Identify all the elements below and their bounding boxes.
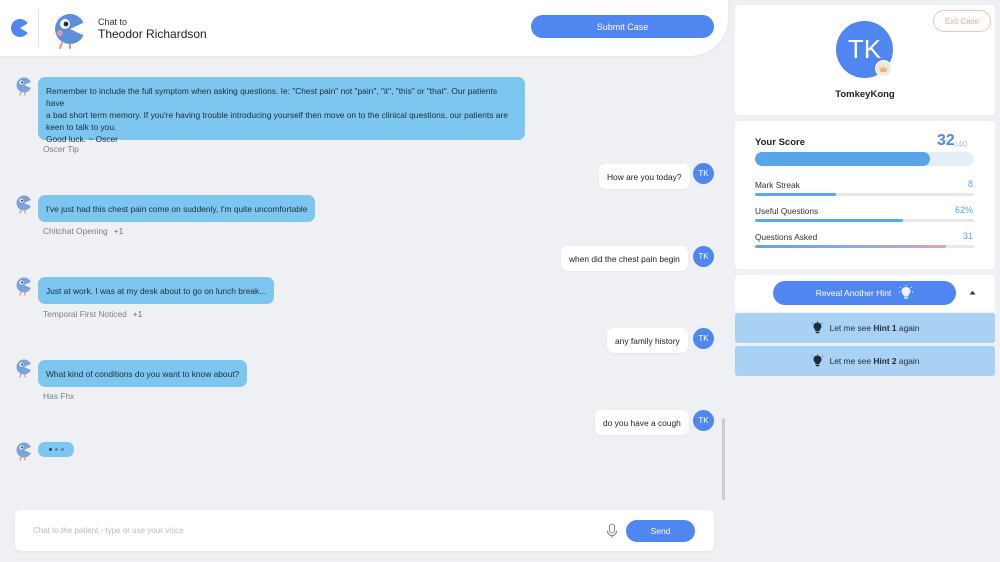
- stat-bar-mark-streak: [755, 193, 974, 196]
- chat-scrollbar[interactable]: [722, 418, 725, 500]
- message-line: Remember to include the full symptom whe…: [46, 86, 498, 108]
- hint-text: Let me see Hint 2 again: [829, 356, 920, 366]
- bot-avatar-icon: [16, 77, 33, 96]
- stat-label-mark-streak: Mark Streak: [755, 180, 800, 190]
- stat-bar-useful-questions: [755, 219, 974, 222]
- score-value: 32: [937, 132, 955, 149]
- username: TomkeyKong: [835, 89, 895, 100]
- stat-value-questions-asked: 31: [962, 231, 973, 241]
- bot-message-bubble: Just at work. I was at my desk about to …: [38, 277, 275, 304]
- stat-value-mark-streak: 8: [967, 179, 973, 189]
- patient-name: Theodor Richardson: [98, 27, 207, 41]
- reveal-hint-button[interactable]: Reveal Another Hint: [773, 281, 956, 305]
- message-caption: Oscer Tip: [43, 144, 79, 154]
- chat-input[interactable]: [33, 522, 593, 539]
- caption-label: Temporal First Noticed: [43, 309, 127, 319]
- lightbulb-icon: [811, 321, 823, 334]
- typing-dot: [60, 448, 64, 451]
- header-divider: [38, 9, 39, 47]
- user-message-bubble: do you have a cough: [595, 410, 689, 435]
- message-caption: Temporal First Noticed +1: [43, 309, 142, 319]
- stat-fill: [755, 219, 904, 222]
- user-avatar: TK: [693, 246, 714, 267]
- message-caption: Chitchat Opening +1: [43, 226, 123, 236]
- stat-bar-questions-asked: [755, 245, 974, 248]
- caption-label: Oscer Tip: [43, 144, 79, 154]
- bot-avatar-icon: [16, 195, 33, 214]
- caption-points: +1: [113, 226, 124, 236]
- stat-fill: [755, 245, 946, 248]
- stat-fill: [755, 193, 837, 196]
- message-caption: Has Fhx: [43, 391, 74, 401]
- caption-label: Has Fhx: [43, 391, 75, 401]
- typing-indicator: [38, 442, 74, 457]
- caption-points: +1: [132, 309, 143, 319]
- chat-to-label: Chat to: [98, 17, 128, 27]
- crown-badge: [875, 60, 892, 77]
- user-avatar: TK: [693, 328, 714, 349]
- bot-avatar-icon: [16, 442, 33, 461]
- user-avatar: TK: [693, 163, 714, 184]
- score-progress-bar: [755, 152, 974, 166]
- send-button[interactable]: Send: [626, 520, 695, 542]
- score-progress-fill: [755, 152, 931, 166]
- user-avatar: TK: [693, 410, 714, 431]
- user-message-bubble: any family history: [607, 328, 688, 353]
- collapse-caret-icon[interactable]: [969, 290, 976, 295]
- bot-message-bubble: Remember to include the full symptom whe…: [38, 77, 525, 144]
- microphone-icon[interactable]: [606, 523, 618, 539]
- crown-icon: [879, 65, 888, 72]
- stat-label-useful-questions: Useful Questions: [755, 206, 819, 216]
- reveal-hint-label: Reveal Another Hint: [815, 288, 892, 298]
- patient-avatar-icon: [55, 14, 87, 49]
- score-max: /40: [955, 139, 968, 149]
- bot-avatar-icon: [16, 277, 33, 296]
- bot-message-bubble: What kind of conditions do you want to k…: [38, 360, 248, 387]
- message-line: a bad short term memory. If you're havin…: [46, 110, 508, 120]
- stat-value-useful-questions: 62%: [954, 205, 973, 215]
- score-title: Your Score: [755, 137, 805, 148]
- message-line: keen to talk to you.: [46, 122, 117, 132]
- exit-case-button[interactable]: Exit Case: [933, 10, 991, 32]
- user-message-bubble: How are you today?: [599, 164, 690, 189]
- submit-case-button[interactable]: Submit Case: [531, 15, 714, 38]
- hint-row-1[interactable]: Let me see Hint 1 again: [735, 313, 995, 343]
- stat-label-questions-asked: Questions Asked: [755, 232, 818, 242]
- hint-text: Let me see Hint 1 again: [829, 323, 920, 333]
- bot-avatar-icon: [16, 359, 33, 378]
- caption-label: Chitchat Opening: [43, 226, 108, 236]
- message-line: Good luck. ~ Oscer: [46, 134, 118, 144]
- bot-message-bubble: I've just had this chest pain come on su…: [38, 195, 316, 222]
- hint-row-2[interactable]: Let me see Hint 2 again: [735, 346, 995, 376]
- app-logo-icon[interactable]: [10, 18, 30, 38]
- lightbulb-icon: [811, 354, 823, 367]
- chat-input-bar: Send: [15, 510, 714, 551]
- lightbulb-icon: [899, 285, 914, 299]
- chat-header: Chat to Theodor Richardson Submit Case: [0, 0, 728, 56]
- user-message-bubble: when did the chest pain begin: [561, 246, 688, 271]
- typing-dot: [54, 448, 58, 451]
- chat-area: Chat to Theodor Richardson Submit Case R…: [0, 0, 732, 562]
- typing-dot: [48, 448, 52, 451]
